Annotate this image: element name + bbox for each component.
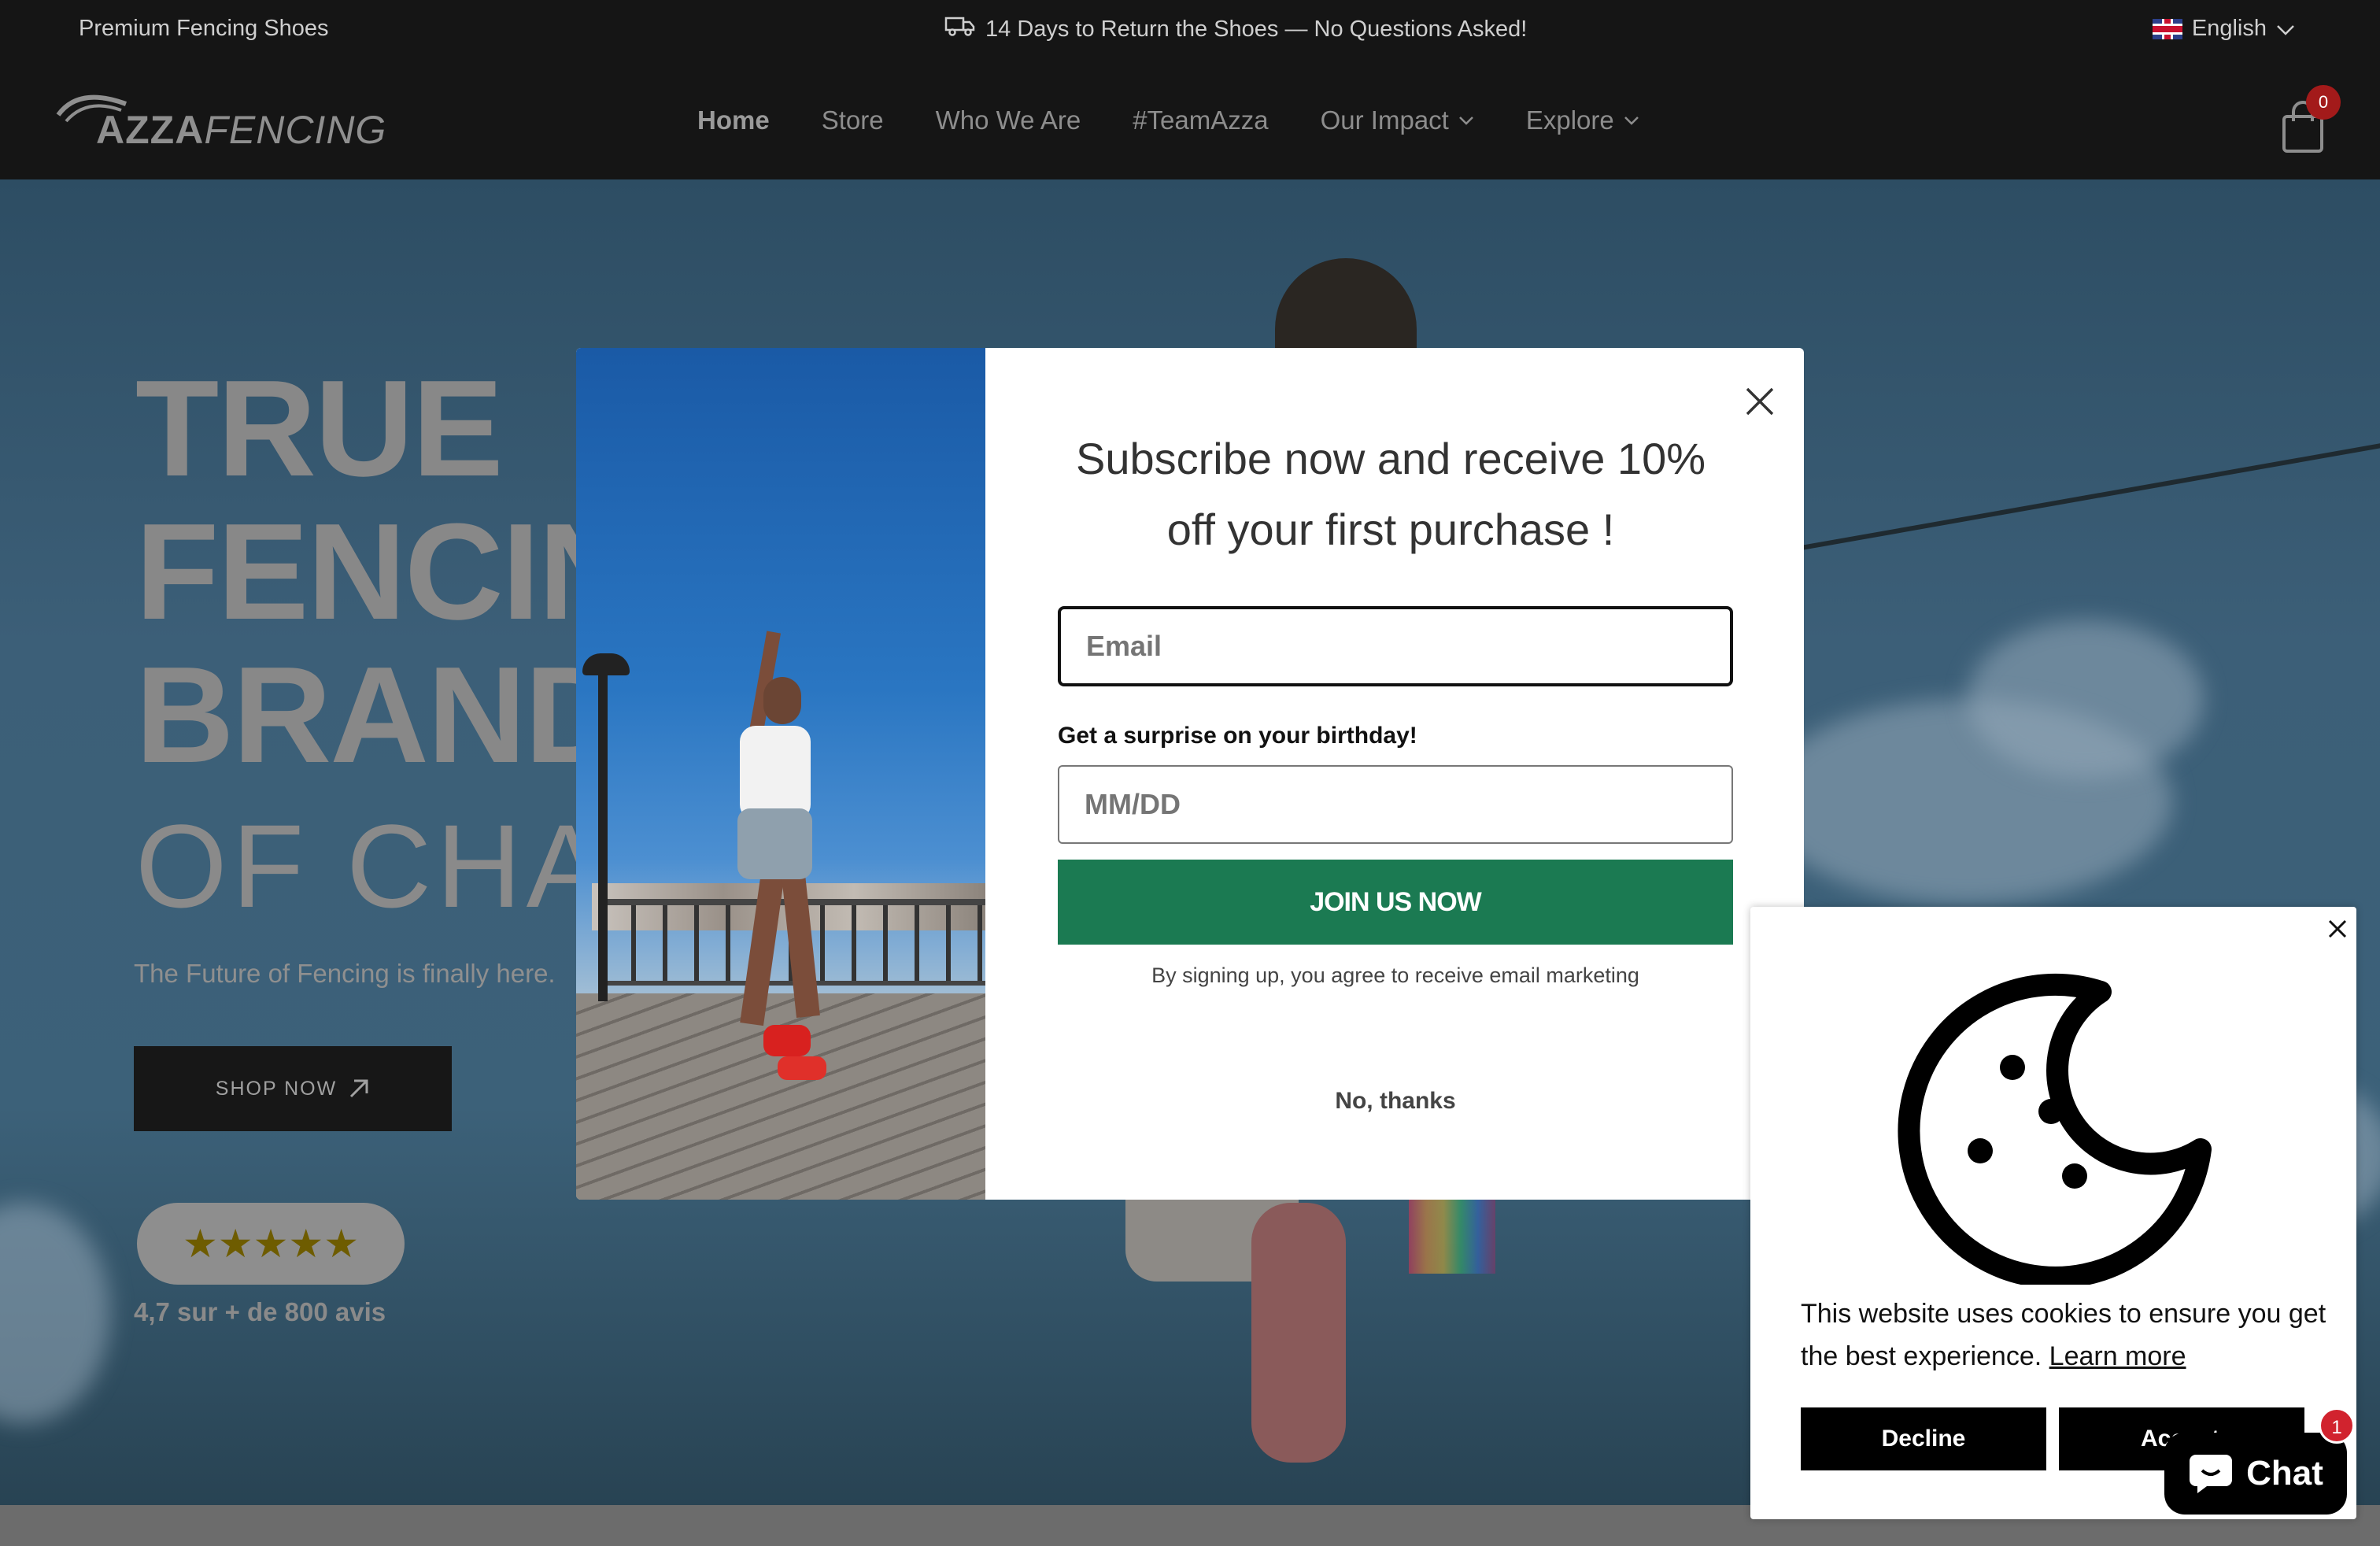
chevron-down-icon xyxy=(1624,117,1639,125)
chevron-down-icon xyxy=(1458,117,1473,125)
announcement-bar: Premium Fencing Shoes 14 Days to Return … xyxy=(0,0,2380,60)
logo-text: AZZAFENCING xyxy=(96,108,387,152)
announcement-center: 14 Days to Return the Shoes — No Questio… xyxy=(944,16,1527,43)
nav-store[interactable]: Store xyxy=(822,105,884,135)
chat-launcher-button[interactable]: Chat xyxy=(2164,1433,2347,1515)
chevron-down-icon xyxy=(2276,16,2295,42)
nav-explore[interactable]: Explore xyxy=(1526,105,1639,135)
chat-label: Chat xyxy=(2246,1454,2323,1492)
modal-athlete-photo xyxy=(576,348,985,1200)
hero-subtitle: The Future of Fencing is finally here. xyxy=(134,959,556,988)
birthday-label: Get a surprise on your birthday! xyxy=(1058,723,1417,749)
return-policy-text: 14 Days to Return the Shoes — No Questio… xyxy=(985,16,1528,42)
background-wire xyxy=(1779,440,2380,554)
decline-cookies-button[interactable]: Decline xyxy=(1801,1407,2046,1470)
reviews-summary: 4,7 sur + de 800 avis xyxy=(134,1297,386,1326)
arrow-up-right-icon xyxy=(350,1079,368,1098)
shop-now-button[interactable]: SHOP NOW xyxy=(134,1046,452,1131)
truck-icon xyxy=(944,16,976,43)
chat-unread-badge: 1 xyxy=(2319,1407,2355,1444)
cloud-shape xyxy=(1968,620,2204,778)
cookie-consent-panel: This website uses cookies to ensure you … xyxy=(1750,907,2356,1519)
cookie-icon xyxy=(1898,973,2212,1285)
newsletter-modal: Subscribe now and receive 10% off your f… xyxy=(576,348,1804,1200)
nav-team-azza[interactable]: #TeamAzza xyxy=(1133,105,1268,135)
azza-fencing-logo[interactable]: AZZAFENCING xyxy=(55,83,386,154)
marketing-disclaimer: By signing up, you agree to receive emai… xyxy=(1151,963,1639,987)
hero-title: TRUE FENCIN BRAND OF CHA xyxy=(135,351,638,933)
email-input[interactable] xyxy=(1058,606,1733,686)
announcement-left-text: Premium Fencing Shoes xyxy=(79,16,329,41)
close-icon xyxy=(2328,919,2347,938)
close-icon xyxy=(1746,387,1774,416)
rating-stars: ★★★★★ xyxy=(137,1203,405,1285)
nav-home[interactable]: Home xyxy=(697,105,770,135)
nav-who-we-are[interactable]: Who We Are xyxy=(936,105,1081,135)
athlete-leg xyxy=(1251,1203,1346,1463)
cookie-message: This website uses cookies to ensure you … xyxy=(1801,1299,2326,1371)
join-us-button[interactable]: JOIN US NOW xyxy=(1058,860,1733,945)
chat-bubble-icon xyxy=(2190,1455,2233,1493)
language-selector[interactable]: English xyxy=(2152,16,2295,42)
language-label: English xyxy=(2191,16,2267,41)
uk-flag-icon xyxy=(2152,18,2182,39)
cart-count-badge: 0 xyxy=(2306,85,2341,120)
modal-close-button[interactable] xyxy=(1741,383,1779,420)
cloud-shape xyxy=(0,1203,110,1423)
main-nav: Home Store Who We Are #TeamAzza Our Impa… xyxy=(697,105,1639,135)
learn-more-link[interactable]: Learn more xyxy=(2049,1341,2186,1371)
cookie-close-button[interactable] xyxy=(2325,916,2350,941)
no-thanks-link[interactable]: No, thanks xyxy=(1058,1088,1733,1115)
site-header: AZZAFENCING Home Store Who We Are #TeamA… xyxy=(0,60,2380,179)
nav-our-impact[interactable]: Our Impact xyxy=(1321,105,1474,135)
birthday-date-input[interactable] xyxy=(1058,765,1733,844)
modal-title: Subscribe now and receive 10% off your f… xyxy=(1075,434,1706,554)
